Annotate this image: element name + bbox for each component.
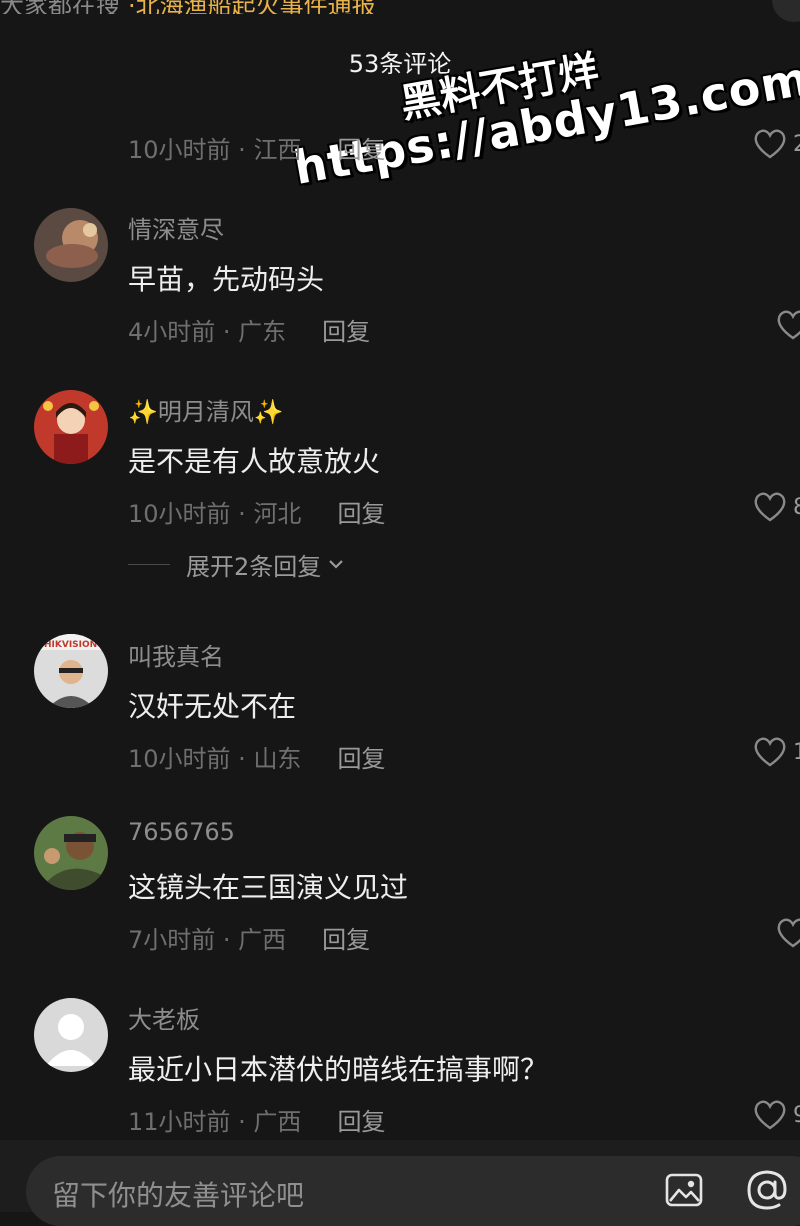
comment-text: 早苗，先动码头 xyxy=(128,263,325,296)
heart-icon[interactable] xyxy=(776,917,800,949)
comment-time: 10小时前 xyxy=(128,745,231,773)
reply-button[interactable]: 回复 xyxy=(337,1108,385,1136)
avatar[interactable] xyxy=(34,816,108,890)
like-count: 8 xyxy=(793,495,800,520)
expand-replies-label: 展开2条回复 xyxy=(186,552,322,581)
heart-icon[interactable] xyxy=(776,309,800,341)
heart-icon[interactable] xyxy=(753,736,787,768)
avatar[interactable] xyxy=(34,998,108,1072)
comment-meta: 4小时前 · 广东 回复 xyxy=(128,318,371,346)
comment-username[interactable]: 情深意尽 xyxy=(128,210,224,245)
trending-search-banner[interactable]: 大家都在搜 ·北海渔船起火事件通报 xyxy=(0,0,800,14)
comment-text: 这镜头在三国演义见过 xyxy=(128,871,409,904)
comment-username[interactable]: 叫我真名 xyxy=(128,637,224,672)
expand-replies-button[interactable]: 展开2条回复 xyxy=(128,548,345,581)
reply-button[interactable]: 回复 xyxy=(337,500,385,528)
image-icon[interactable] xyxy=(664,1170,704,1210)
like-count: 2 xyxy=(793,132,800,157)
comment-time: 4小时前 xyxy=(128,318,216,346)
comment-location: 广东 xyxy=(238,318,287,346)
reply-button[interactable]: 回复 xyxy=(322,318,370,346)
comment-time: 7小时前 xyxy=(128,926,216,954)
comment-location: 江西 xyxy=(253,136,302,164)
comment-time: 11小时前 xyxy=(128,1108,231,1136)
comment-meta: 11小时前 · 广西 回复 xyxy=(128,1108,386,1136)
reply-button[interactable]: 回复 xyxy=(322,926,370,954)
comment-username[interactable]: 大老板 xyxy=(128,1000,200,1035)
avatar[interactable] xyxy=(34,390,108,464)
like-count: 9 xyxy=(793,1103,800,1128)
comment-meta: 10小时前 · 山东 回复 xyxy=(128,745,386,773)
reply-button[interactable]: 回复 xyxy=(337,745,385,773)
heart-icon[interactable] xyxy=(753,1099,787,1131)
close-button[interactable] xyxy=(772,0,800,22)
comment-username[interactable]: ✨明月清风✨ xyxy=(128,392,284,427)
divider xyxy=(128,563,170,565)
comment-input-placeholder: 留下你的友善评论吧 xyxy=(52,1179,305,1212)
reply-button[interactable]: 回复 xyxy=(337,136,385,164)
chevron-down-icon xyxy=(329,560,344,569)
avatar[interactable] xyxy=(34,208,108,282)
comment-text: 汉奸无处不在 xyxy=(128,690,297,723)
comment-location: 广西 xyxy=(253,1108,302,1136)
avatar[interactable]: HIKVISION xyxy=(34,634,108,708)
trending-prefix: 大家都在搜 xyxy=(0,0,120,14)
comment-meta: 10小时前 · 河北 回复 xyxy=(128,500,386,528)
comment-meta: 7小时前 · 广西 回复 xyxy=(128,926,371,954)
comment-meta: 10小时前 · 江西 回复 xyxy=(128,136,386,164)
comment-location: 山东 xyxy=(253,745,302,773)
heart-icon[interactable] xyxy=(753,491,787,523)
at-icon[interactable] xyxy=(745,1168,789,1212)
comment-location: 河北 xyxy=(253,500,302,528)
avatar-badge-text: HIKVISION xyxy=(44,640,97,650)
comment-text: 最近小日本潜伏的暗线在搞事啊？ xyxy=(128,1053,549,1086)
comment-time: 10小时前 xyxy=(128,136,231,164)
like-count: 1 xyxy=(793,740,800,765)
comment-text: 是不是有人故意放火 xyxy=(128,445,381,478)
comment-count-title: 53条评论 xyxy=(348,50,452,78)
watermark-overlay: 黑料不打烊 https://abdy13.com xyxy=(270,0,800,212)
trending-topic[interactable]: ·北海渔船起火事件通报 xyxy=(128,0,376,14)
comment-username[interactable]: 7656765 xyxy=(128,818,235,846)
comment-time: 10小时前 xyxy=(128,500,231,528)
heart-icon[interactable] xyxy=(753,128,787,160)
comment-location: 广西 xyxy=(238,926,287,954)
